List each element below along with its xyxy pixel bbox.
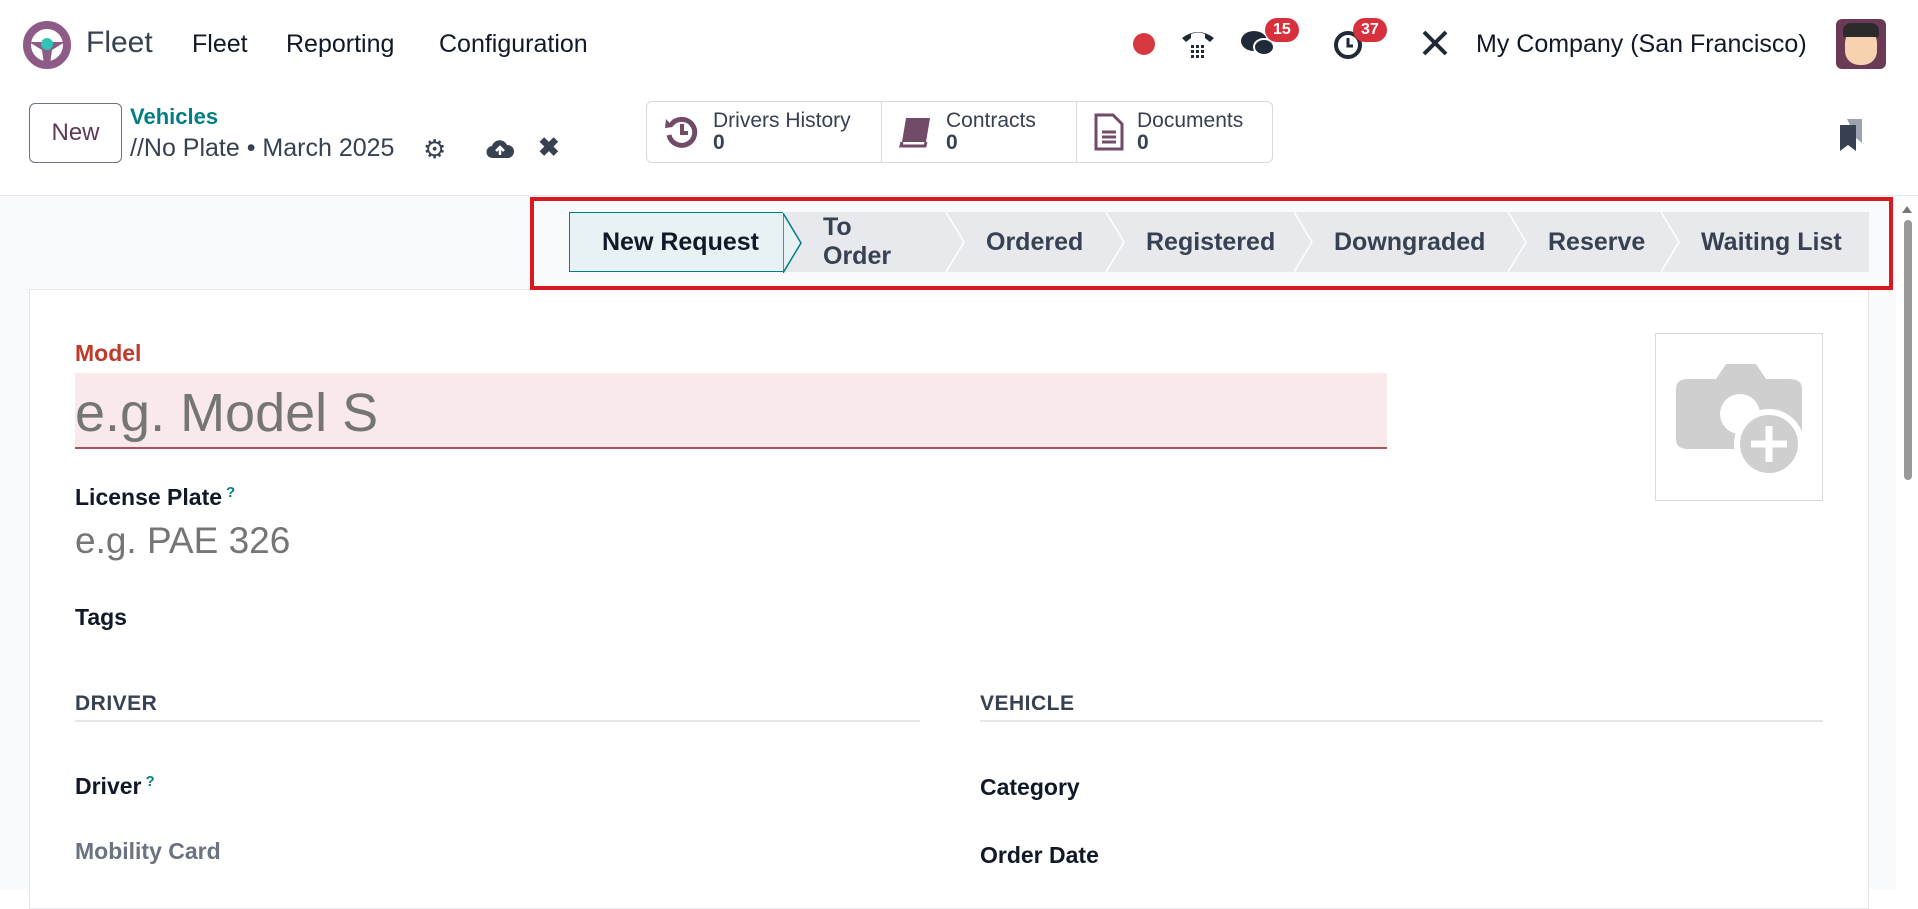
- statusbar-highlight-box: [530, 197, 1893, 290]
- app-name[interactable]: Fleet: [86, 26, 153, 60]
- menu-fleet[interactable]: Fleet: [192, 30, 248, 59]
- vehicle-image-upload[interactable]: [1655, 333, 1823, 501]
- new-button[interactable]: New: [29, 103, 122, 163]
- license-plate-input[interactable]: [75, 520, 675, 562]
- activities-badge: 37: [1353, 18, 1387, 42]
- messages-badge: 15: [1265, 18, 1299, 42]
- stat-label: Documents: [1137, 109, 1244, 132]
- book-icon: [899, 118, 930, 148]
- record-title: //No Plate • March 2025: [130, 134, 395, 162]
- model-input[interactable]: [75, 373, 1387, 449]
- stage-arrow-icon: [1294, 212, 1313, 272]
- control-panel: New Vehicles //No Plate • March 2025 ⚙ ✖…: [0, 86, 1918, 196]
- menu-configuration[interactable]: Configuration: [439, 30, 588, 59]
- contracts-button[interactable]: Contracts 0: [882, 102, 1077, 162]
- mobility-card-label: Mobility Card: [75, 838, 221, 864]
- stage-arrow-icon: [1508, 212, 1527, 272]
- scrollbar-thumb[interactable]: [1904, 220, 1912, 480]
- documents-button[interactable]: Documents 0: [1077, 102, 1272, 162]
- stage-arrow-icon: [946, 212, 965, 272]
- breadcrumb-vehicles[interactable]: Vehicles: [130, 104, 218, 130]
- document-icon: [1094, 113, 1124, 151]
- model-label: Model: [75, 340, 142, 366]
- divider: [75, 720, 920, 722]
- scroll-up-icon[interactable]: [1902, 206, 1912, 213]
- stat-label: Contracts: [946, 109, 1036, 132]
- tools-icon[interactable]: [1420, 28, 1450, 58]
- driver-section-title: DRIVER: [75, 692, 158, 715]
- stage-arrow-icon: [1106, 212, 1125, 272]
- stat-value: 0: [713, 131, 725, 154]
- category-label: Category: [980, 774, 1080, 800]
- divider: [980, 720, 1823, 722]
- help-tooltip-icon[interactable]: ?: [226, 484, 235, 501]
- user-avatar[interactable]: [1836, 19, 1886, 69]
- phone-icon[interactable]: [1180, 26, 1216, 60]
- stage-arrow-icon: [783, 213, 802, 273]
- menu-reporting[interactable]: Reporting: [286, 30, 394, 59]
- stat-value: 0: [1137, 131, 1149, 154]
- gear-icon[interactable]: ⚙: [423, 134, 446, 165]
- camera-add-icon: [1676, 364, 1804, 479]
- stat-label: Drivers History: [713, 109, 851, 132]
- company-switcher[interactable]: My Company (San Francisco): [1476, 30, 1807, 59]
- drivers-history-button[interactable]: Drivers History 0: [647, 102, 882, 162]
- bookmark-icon[interactable]: [1838, 117, 1864, 153]
- driver-label-text: Driver: [75, 773, 142, 799]
- vehicle-section-title: VEHICLE: [980, 692, 1075, 715]
- license-plate-label-text: License Plate: [75, 484, 223, 510]
- top-navbar: Fleet Fleet Reporting Configuration 15 3…: [0, 0, 1918, 86]
- help-tooltip-icon[interactable]: ?: [145, 773, 154, 790]
- discard-icon[interactable]: ✖: [538, 132, 560, 163]
- save-cloud-icon[interactable]: [486, 138, 514, 160]
- stat-value: 0: [946, 131, 958, 154]
- history-icon: [665, 116, 698, 148]
- driver-label: Driver?: [75, 773, 155, 800]
- order-date-label: Order Date: [980, 842, 1099, 868]
- stage-arrow-icon: [1661, 212, 1680, 272]
- fleet-logo-icon[interactable]: [22, 20, 72, 70]
- tags-label: Tags: [75, 604, 127, 630]
- smart-buttons: Drivers History 0 Contracts 0 Documents 0: [646, 101, 1273, 163]
- license-plate-label: License Plate?: [75, 484, 235, 511]
- record-status-dot-icon[interactable]: [1133, 33, 1155, 55]
